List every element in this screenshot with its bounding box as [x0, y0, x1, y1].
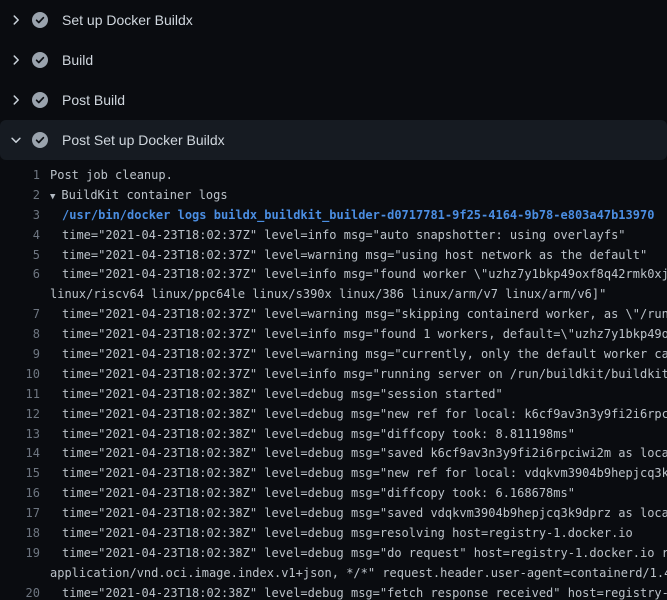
line-number [0, 564, 40, 584]
log-text: time="2021-04-23T18:02:38Z" level=debug … [62, 425, 575, 445]
check-circle-icon [32, 132, 48, 148]
step-title: Post Set up Docker Buildx [62, 120, 225, 160]
log-text: time="2021-04-23T18:02:37Z" level=warnin… [62, 305, 667, 325]
line-number[interactable]: 4 [0, 226, 40, 246]
log-text: time="2021-04-23T18:02:38Z" level=debug … [62, 484, 575, 504]
line-number[interactable]: 6 [0, 265, 40, 285]
steps-list: Set up Docker BuildxBuildPost BuildPost … [0, 0, 667, 160]
log-command: /usr/bin/docker logs buildx_buildkit_bui… [62, 206, 654, 226]
log-line: 2 ▼BuildKit container logs [0, 186, 667, 206]
log-text: time="2021-04-23T18:02:38Z" level=debug … [62, 385, 503, 405]
chevron-right-icon[interactable] [0, 40, 32, 80]
line-number[interactable]: 17 [0, 504, 40, 524]
line-number[interactable]: 5 [0, 246, 40, 266]
chevron-down-icon[interactable] [0, 120, 32, 160]
check-circle-icon [32, 92, 48, 108]
step-title: Set up Docker Buildx [62, 0, 193, 40]
log-line: 6 time="2021-04-23T18:02:37Z" level=info … [0, 265, 667, 285]
log-line: 10 time="2021-04-23T18:02:37Z" level=info… [0, 365, 667, 385]
log-line: 20 time="2021-04-23T18:02:38Z" level=debu… [0, 584, 667, 600]
log-line: 19 time="2021-04-23T18:02:38Z" level=debu… [0, 544, 667, 564]
log-text: time="2021-04-23T18:02:38Z" level=debug … [62, 405, 667, 425]
log-text: time="2021-04-23T18:02:38Z" level=debug … [62, 504, 667, 524]
line-number[interactable]: 10 [0, 365, 40, 385]
log-text: time="2021-04-23T18:02:38Z" level=debug … [62, 464, 667, 484]
line-number[interactable]: 11 [0, 385, 40, 405]
log-line: 3/usr/bin/docker logs buildx_buildkit_bu… [0, 206, 667, 226]
log-viewer: 1 Post job cleanup. 2 ▼BuildKit container l… [0, 160, 667, 600]
check-circle-icon [32, 52, 48, 68]
log-line: linux/riscv64 linux/ppc64le linux/s390x … [0, 285, 667, 305]
log-line: 14 time="2021-04-23T18:02:38Z" level=debu… [0, 444, 667, 464]
log-line: 11 time="2021-04-23T18:02:38Z" level=debu… [0, 385, 667, 405]
line-number[interactable]: 13 [0, 425, 40, 445]
log-line: 12 time="2021-04-23T18:02:38Z" level=debu… [0, 405, 667, 425]
log-text: time="2021-04-23T18:02:38Z" level=debug … [62, 544, 667, 564]
line-number[interactable]: 8 [0, 325, 40, 345]
log-text: application/vnd.oci.image.index.v1+json,… [50, 564, 667, 584]
log-line: 17 time="2021-04-23T18:02:38Z" level=debu… [0, 504, 667, 524]
log-text: ▼BuildKit container logs [50, 186, 228, 206]
line-number[interactable]: 7 [0, 305, 40, 325]
line-number[interactable]: 15 [0, 464, 40, 484]
log-line: 7 time="2021-04-23T18:02:37Z" level=warni… [0, 305, 667, 325]
log-text: time="2021-04-23T18:02:38Z" level=debug … [62, 584, 667, 600]
log-text: Post job cleanup. [50, 166, 173, 186]
line-number[interactable]: 20 [0, 584, 40, 600]
log-text: time="2021-04-23T18:02:37Z" level=info m… [62, 325, 667, 345]
log-text: time="2021-04-23T18:02:37Z" level=warnin… [62, 345, 667, 365]
line-number[interactable]: 14 [0, 444, 40, 464]
line-number[interactable]: 1 [0, 166, 40, 186]
chevron-right-icon[interactable] [0, 0, 32, 40]
line-number[interactable]: 18 [0, 524, 40, 544]
log-line: application/vnd.oci.image.index.v1+json,… [0, 564, 667, 584]
log-text: time="2021-04-23T18:02:37Z" level=info m… [62, 265, 667, 285]
log-text: time="2021-04-23T18:02:37Z" level=info m… [62, 365, 667, 385]
line-number[interactable]: 16 [0, 484, 40, 504]
log-text: time="2021-04-23T18:02:37Z" level=warnin… [62, 246, 647, 266]
group-caret-icon[interactable]: ▼ [50, 188, 55, 208]
line-number[interactable]: 2 [0, 186, 40, 206]
line-number[interactable]: 9 [0, 345, 40, 365]
step-title: Build [62, 40, 93, 80]
actions-log-viewer: Set up Docker BuildxBuildPost BuildPost … [0, 0, 667, 600]
log-line: 1 Post job cleanup. [0, 166, 667, 186]
log-line: 16 time="2021-04-23T18:02:38Z" level=debu… [0, 484, 667, 504]
log-line: 13 time="2021-04-23T18:02:38Z" level=debu… [0, 425, 667, 445]
log-line: 8 time="2021-04-23T18:02:37Z" level=info … [0, 325, 667, 345]
log-line: 9 time="2021-04-23T18:02:37Z" level=warni… [0, 345, 667, 365]
log-line: 4 time="2021-04-23T18:02:37Z" level=info … [0, 226, 667, 246]
line-number[interactable]: 3 [0, 206, 40, 226]
log-line: 18 time="2021-04-23T18:02:38Z" level=debu… [0, 524, 667, 544]
log-text: linux/riscv64 linux/ppc64le linux/s390x … [50, 285, 606, 305]
log-line: 5 time="2021-04-23T18:02:37Z" level=warni… [0, 246, 667, 266]
step-title: Post Build [62, 80, 125, 120]
log-text: time="2021-04-23T18:02:38Z" level=debug … [62, 524, 633, 544]
line-number[interactable]: 19 [0, 544, 40, 564]
log-line: 15 time="2021-04-23T18:02:38Z" level=debu… [0, 464, 667, 484]
step-row-build[interactable]: Build [0, 40, 667, 80]
log-text: time="2021-04-23T18:02:37Z" level=info m… [62, 226, 626, 246]
line-number[interactable]: 12 [0, 405, 40, 425]
chevron-right-icon[interactable] [0, 80, 32, 120]
step-row-set-up-docker-buildx[interactable]: Set up Docker Buildx [0, 0, 667, 40]
step-row-post-build[interactable]: Post Build [0, 80, 667, 120]
log-text: time="2021-04-23T18:02:38Z" level=debug … [62, 444, 667, 464]
check-circle-icon [32, 12, 48, 28]
step-row-post-set-up-docker-buildx[interactable]: Post Set up Docker Buildx [0, 120, 667, 160]
line-number [0, 285, 40, 305]
